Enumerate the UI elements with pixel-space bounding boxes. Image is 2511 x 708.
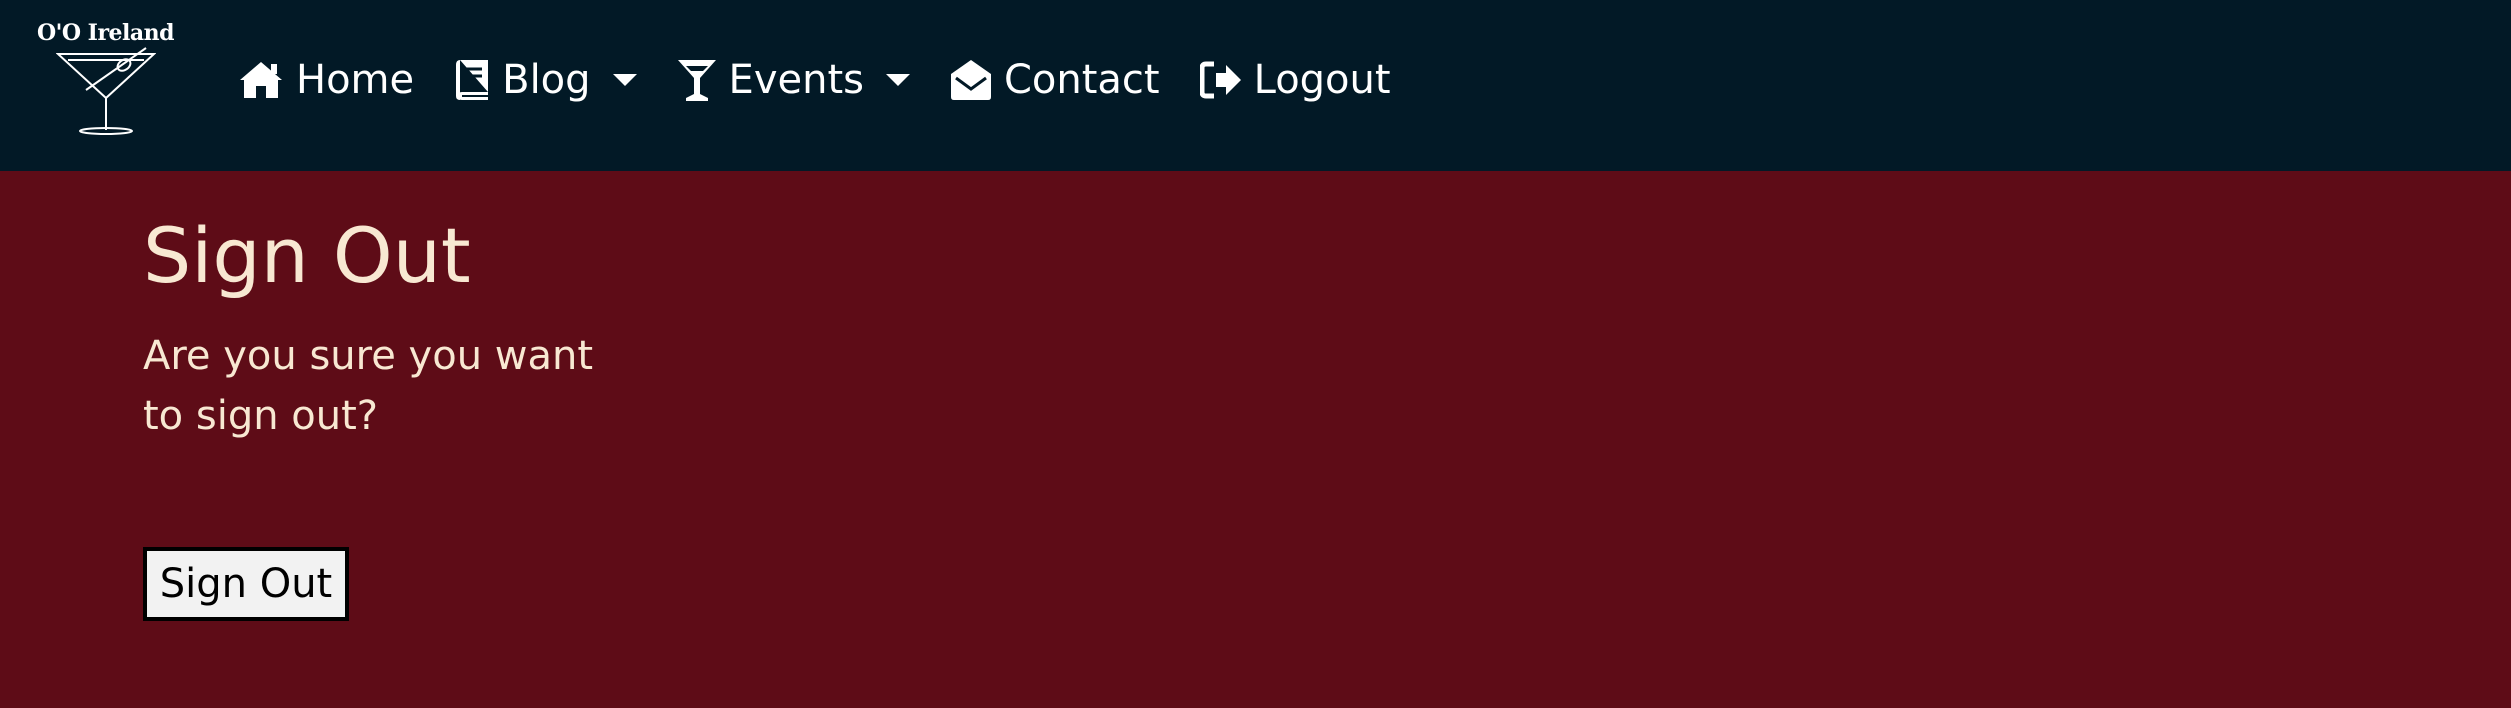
page-title: Sign Out [143,211,471,300]
book-icon [456,60,489,100]
navbar: O'O Ireland Home Blog Events Contact Log… [0,0,2511,171]
nav-home-label: Home [296,57,415,103]
nav-events[interactable]: Events [677,46,910,114]
sign-out-icon [1199,61,1241,99]
sign-out-button[interactable]: Sign Out [143,547,349,621]
chevron-down-icon [612,74,637,86]
martini-glass-icon [56,47,156,135]
brand-name: O'O Ireland [36,20,175,46]
nav-blog[interactable]: Blog [454,46,637,114]
home-icon [240,62,282,98]
brand-logo[interactable]: O'O Ireland [28,18,183,138]
confirmation-text: Are you sure you want to sign out? [143,333,594,439]
nav-logout-label: Logout [1253,57,1391,103]
nav-logout[interactable]: Logout [1199,46,1391,114]
envelope-open-icon [950,60,991,100]
cocktail-icon [677,60,716,101]
nav-home[interactable]: Home [238,46,414,114]
main-nav: Home Blog Events Contact Logout [238,46,1431,114]
nav-contact[interactable]: Contact [950,46,1160,114]
nav-events-label: Events [728,57,864,103]
chevron-down-icon [885,74,910,86]
nav-contact-label: Contact [1003,57,1160,103]
nav-blog-label: Blog [502,57,591,103]
